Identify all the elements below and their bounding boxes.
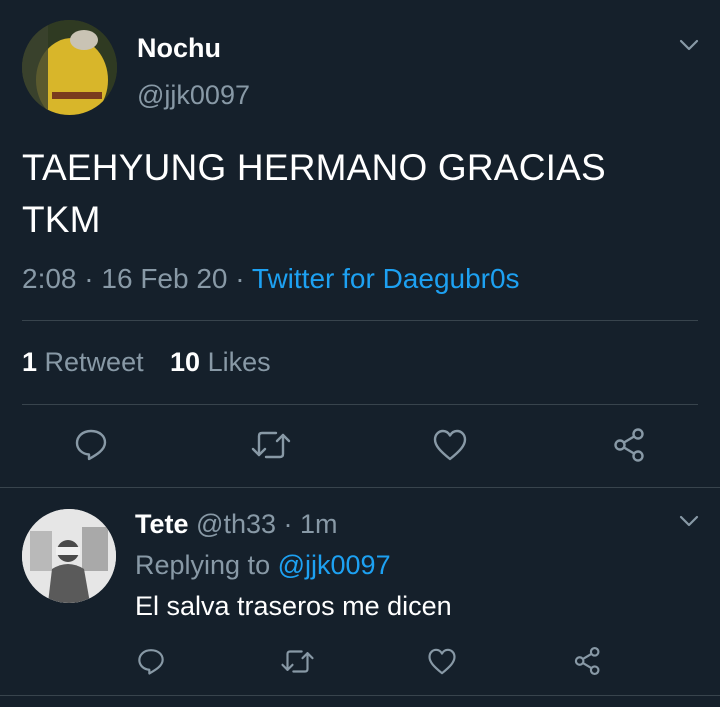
speech-bubble-icon: [138, 649, 164, 675]
retweet-count: 1: [22, 347, 38, 377]
chevron-down-icon[interactable]: [678, 513, 700, 529]
retweet-arrows-icon: [251, 431, 291, 459]
like-label: Likes: [207, 347, 271, 377]
reply-separator: ·: [283, 509, 293, 539]
divider: [0, 487, 720, 488]
retweet-stat[interactable]: 1 Retweet: [22, 347, 144, 378]
share-nodes-icon: [574, 647, 600, 675]
tweet-text-line-1: TAEHYUNG HERMANO GRACIAS: [22, 147, 606, 188]
reply-reply-button[interactable]: [136, 646, 166, 676]
reply-age: 1m: [300, 509, 338, 539]
reply-share-button[interactable]: [573, 646, 603, 676]
tweet-time: 2:08: [22, 263, 77, 294]
divider: [22, 320, 698, 321]
reply-author-avatar[interactable]: [22, 509, 116, 603]
share-button[interactable]: [612, 427, 648, 463]
main-author-avatar[interactable]: [22, 20, 117, 115]
share-nodes-icon: [614, 428, 644, 462]
reply-button[interactable]: [73, 426, 109, 462]
retweet-arrows-icon: [281, 650, 314, 673]
speech-bubble-icon: [75, 429, 107, 461]
retweet-button[interactable]: [250, 428, 292, 462]
tweet-text-line-2: TKM: [22, 199, 101, 240]
reply-header: Tete @th33 · 1m: [135, 509, 338, 540]
retweet-label: Retweet: [44, 347, 144, 377]
tweet-source-link[interactable]: Twitter for Daegubr0s: [252, 263, 520, 294]
replying-to-prefix: Replying to: [135, 550, 271, 580]
reply-author-handle[interactable]: @th33: [196, 509, 276, 539]
meta-separator: ·: [84, 263, 94, 294]
heart-outline-icon: [433, 429, 467, 461]
main-author-name[interactable]: Nochu: [137, 33, 221, 64]
likes-stat[interactable]: 10 Likes: [170, 347, 271, 378]
meta-separator: ·: [235, 263, 245, 294]
chevron-down-icon[interactable]: [678, 37, 700, 53]
reply-retweet-button[interactable]: [280, 647, 315, 676]
like-count: 10: [170, 347, 201, 377]
reply-text: El salva traseros me dicen: [135, 591, 452, 621]
main-author-handle[interactable]: @jjk0097: [137, 80, 250, 111]
tweet-meta: 2:08 · 16 Feb 20 · Twitter for Daegubr0s: [22, 263, 520, 295]
replying-to-handle[interactable]: @jjk0097: [278, 550, 391, 580]
like-button[interactable]: [432, 428, 468, 462]
heart-outline-icon: [428, 648, 456, 675]
replying-to-line: Replying to @jjk0097: [135, 550, 391, 581]
tweet-date: 16 Feb 20: [101, 263, 228, 294]
reply-like-button[interactable]: [427, 647, 457, 676]
divider: [22, 404, 698, 405]
reply-author-name[interactable]: Tete: [135, 509, 189, 539]
divider: [0, 695, 720, 696]
